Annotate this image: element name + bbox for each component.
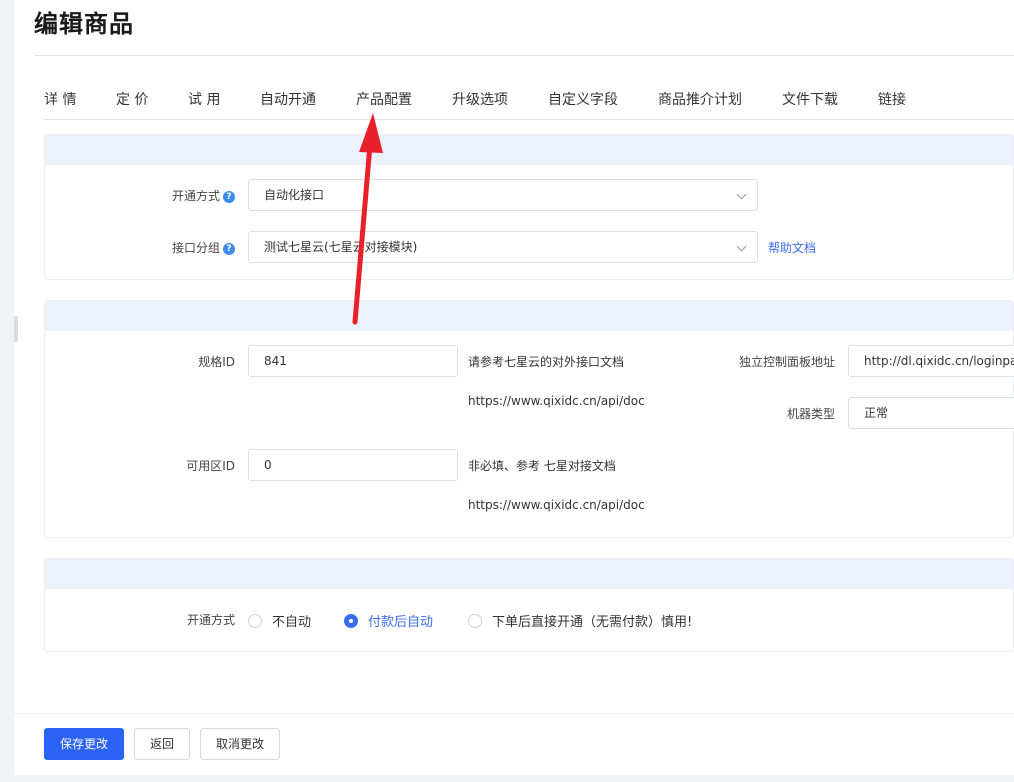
panel-url-label: 独立控制面板地址 <box>738 355 835 369</box>
interface-settings-card: 开通方式? 自动化接口 接口分组? 测试七星云(七星云对接模块) 帮助文档 <box>44 134 1014 280</box>
save-button[interactable]: 保存更改 <box>44 728 124 760</box>
tab-trial[interactable]: 试 用 <box>188 90 260 120</box>
api-group-select[interactable]: 测试七星云(七星云对接模块) <box>248 231 758 263</box>
collapsed-sidebar-handle[interactable] <box>14 316 18 342</box>
tabs-divider <box>44 119 1014 120</box>
spec-id-note: 请参考七星云的对外接口文档 <box>468 355 625 369</box>
machine-type-input[interactable]: 正常 <box>848 397 1014 429</box>
cancel-changes-button[interactable]: 取消更改 <box>200 728 280 760</box>
question-circle-icon[interactable]: ? <box>223 191 235 203</box>
panel-url-input[interactable]: http://dl.qixidc.cn/loginpanel <box>848 345 1014 377</box>
radio-no-auto[interactable]: 不自动 <box>248 611 311 630</box>
api-group-label: 接口分组? <box>172 239 235 256</box>
tab-auto-provision[interactable]: 自动开通 <box>260 90 316 120</box>
radio-indicator <box>468 613 482 628</box>
zone-id-note: 非必填、参考 七星对接文档 <box>468 459 616 473</box>
machine-type-label: 机器类型 <box>786 407 835 421</box>
tab-referral-program[interactable]: 商品推介计划 <box>658 90 782 120</box>
provision-timing-card: 开通方式 不自动 付款后自动 下单后直接开通（无需付款）慎用! <box>44 558 1014 652</box>
radio-provision-on-order[interactable]: 下单后直接开通（无需付款）慎用! <box>468 611 692 630</box>
radio-indicator <box>344 613 358 628</box>
title-divider <box>34 55 1014 56</box>
open-method-label: 开通方式? <box>172 187 235 204</box>
module-config-card: 规格ID 841 请参考七星云的对外接口文档 https://www.qixid… <box>44 300 1014 538</box>
zone-id-doc-url: https://www.qixidc.cn/api/doc <box>468 498 645 512</box>
tab-pricing[interactable]: 定 价 <box>116 90 188 120</box>
tab-details[interactable]: 详 情 <box>44 90 116 120</box>
chevron-down-icon <box>736 241 747 252</box>
spec-id-doc-url: https://www.qixidc.cn/api/doc <box>468 394 645 408</box>
tab-upgrade-options[interactable]: 升级选项 <box>452 90 548 120</box>
tab-custom-fields[interactable]: 自定义字段 <box>548 90 658 120</box>
chevron-down-icon <box>736 189 747 200</box>
radio-indicator <box>248 613 262 628</box>
radio-auto-after-payment[interactable]: 付款后自动 <box>344 611 433 630</box>
provision-timing-label: 开通方式 <box>186 613 235 627</box>
page-title: 编辑商品 <box>34 10 134 38</box>
open-method-select[interactable]: 自动化接口 <box>248 179 758 211</box>
question-circle-icon[interactable]: ? <box>223 243 235 255</box>
card-header <box>45 135 1013 165</box>
spec-id-label: 规格ID <box>198 355 235 369</box>
tab-product-config[interactable]: 产品配置 <box>356 90 452 120</box>
zone-id-label: 可用区ID <box>186 459 235 473</box>
tab-file-downloads[interactable]: 文件下载 <box>782 90 878 120</box>
card-header <box>45 301 1013 331</box>
tab-bar: 详 情 定 价 试 用 自动开通 产品配置 升级选项 自定义字段 商品推介计划 … <box>44 90 906 120</box>
footer-divider <box>14 713 1014 714</box>
tab-links[interactable]: 链接 <box>878 90 906 120</box>
zone-id-input[interactable]: 0 <box>248 449 458 481</box>
edit-product-page: 编辑商品 详 情 定 价 试 用 自动开通 产品配置 升级选项 自定义字段 商品… <box>14 0 1014 775</box>
help-docs-link[interactable]: 帮助文档 <box>768 239 816 256</box>
spec-id-input[interactable]: 841 <box>248 345 458 377</box>
back-button[interactable]: 返回 <box>134 728 190 760</box>
card-header <box>45 559 1013 589</box>
